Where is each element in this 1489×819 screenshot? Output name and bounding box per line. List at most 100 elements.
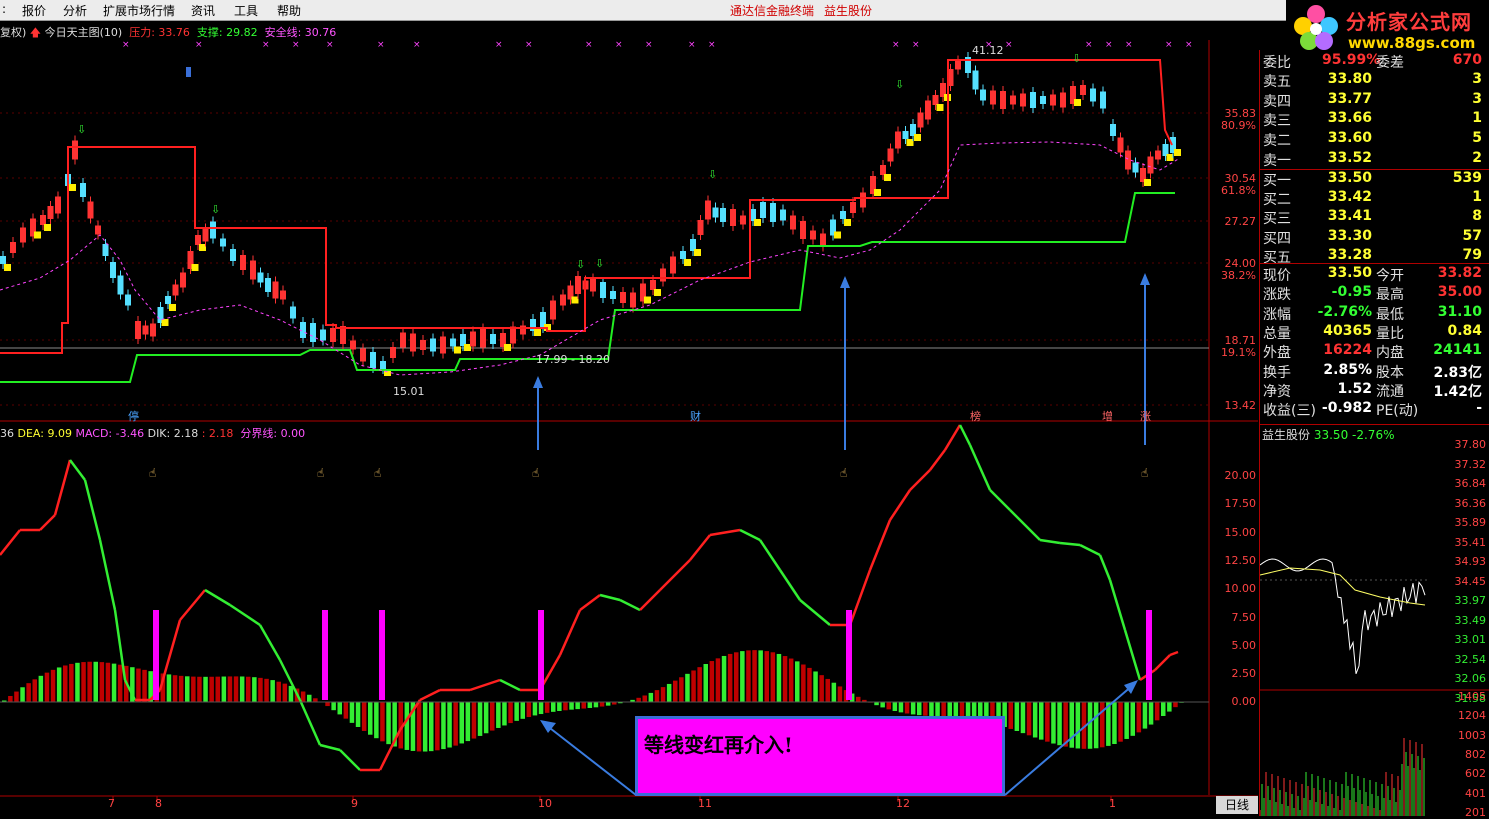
x-mark: × [413, 40, 421, 50]
macd-bar [697, 667, 702, 702]
menu-help[interactable]: 帮助 [277, 2, 301, 19]
x-mark: × [1125, 40, 1133, 50]
signal-bar [538, 610, 544, 700]
x-mark: × [912, 40, 920, 50]
mini-price-tick: 34.93 [1432, 555, 1486, 568]
signal-block [169, 304, 176, 311]
candle-body [20, 228, 26, 243]
macd-bar [301, 691, 306, 702]
macd-bar [240, 676, 245, 702]
ask-row: 卖四33.773 [1260, 91, 1489, 110]
candle-body [103, 244, 109, 256]
book-label: 买一 [1263, 170, 1291, 190]
fib-tick: 19.1% [1220, 346, 1256, 359]
book-label: 卖二 [1263, 130, 1291, 150]
signal-block [874, 189, 881, 196]
book-volume: 1 [1420, 189, 1482, 205]
menu-partial-icon: : [2, 2, 6, 16]
quote-label: 总量 [1263, 323, 1291, 343]
mini-intraday-chart[interactable]: 益生股份 33.50 -2.76% 37.8037.3236.8436.3635… [1259, 424, 1489, 816]
macd-bar [777, 654, 782, 702]
macd-bar [661, 687, 666, 702]
macd-bar [551, 702, 556, 712]
book-volume: 8 [1420, 208, 1482, 224]
candle-body [720, 208, 726, 222]
quote-label: 外盘 [1263, 342, 1291, 362]
candle-body [840, 211, 846, 219]
book-price: 33.60 [1322, 130, 1372, 146]
macd-bar [14, 692, 19, 702]
macd-bar [807, 668, 812, 702]
menu-extended-market[interactable]: 扩展市场行情 [103, 2, 175, 19]
macd-bar [819, 675, 824, 702]
hand-icon: ☝ [374, 466, 381, 480]
candle-body [110, 262, 116, 278]
macd-bar [435, 702, 440, 750]
macd-bar [112, 664, 117, 702]
macd-bar [521, 702, 526, 719]
candle-body [88, 202, 94, 219]
macd-bar [136, 669, 141, 702]
candle-body [980, 90, 986, 101]
macd-bar [246, 677, 251, 702]
dif-line-segment [930, 450, 945, 470]
book-label: 卖五 [1263, 71, 1291, 91]
candle-body [1040, 96, 1046, 104]
quote-label: 涨跌 [1263, 284, 1291, 304]
signal-block [834, 232, 841, 239]
candle-body [1118, 138, 1124, 153]
dif-line-segment [780, 570, 800, 600]
mini-price-tick: 36.36 [1432, 497, 1486, 510]
macd-bar [887, 702, 892, 709]
x-mark: × [525, 40, 533, 50]
macd-bar [569, 702, 574, 710]
candle-body [430, 339, 436, 352]
candle-body [1090, 89, 1096, 102]
quote-label: 涨幅 [1263, 304, 1291, 324]
macd-bar [1149, 702, 1154, 725]
macd-bar [582, 702, 587, 709]
candle-body [520, 326, 526, 335]
macd-bar [514, 702, 519, 721]
book-price: 33.52 [1322, 150, 1372, 166]
date-label-8: 8 [155, 797, 162, 810]
main-chart[interactable]: ×××××××××××××××××××××××☝☝☝☝☝☝⇩⇩⇩⇩⇩⇩⇩ [0, 20, 1258, 815]
signal-bar [1146, 610, 1152, 700]
ask-row: 卖五33.803 [1260, 71, 1489, 90]
macd-bar [594, 702, 599, 707]
menu-news[interactable]: 资讯 [191, 2, 215, 19]
book-label: 买三 [1263, 208, 1291, 228]
period-daily-button[interactable]: 日线 [1216, 796, 1258, 814]
macd-bar [179, 676, 184, 702]
menu-tools[interactable]: 工具 [234, 2, 258, 19]
candle-body [1020, 94, 1026, 107]
macd-bar [643, 695, 648, 702]
candle-body [310, 323, 316, 342]
quote-label: 股本 [1376, 362, 1404, 382]
blue-marker [186, 67, 191, 77]
macd-tick: 10.00 [1218, 582, 1256, 595]
x-mark: × [1005, 40, 1013, 50]
macd-bar [100, 662, 105, 702]
quote-panel: 委比 95.99% 委差 670 卖五33.803卖四33.773卖三33.66… [1259, 50, 1489, 430]
macd-bar [69, 664, 74, 702]
menu-analysis[interactable]: 分析 [63, 2, 87, 19]
macd-bar [941, 702, 946, 717]
macd-tick: 7.50 [1218, 611, 1256, 624]
signal-block [69, 184, 76, 191]
buy-arrow-icon: ⇩ [708, 168, 717, 181]
macd-bar [1155, 702, 1160, 720]
book-label: 卖三 [1263, 110, 1291, 130]
dif-line-segment [580, 595, 600, 610]
x-mark: × [585, 40, 593, 50]
macd-bar [838, 686, 843, 702]
candle-body [125, 295, 131, 306]
macd-bar [795, 661, 800, 702]
dif-line-segment [340, 750, 360, 770]
candle-body [1100, 92, 1106, 109]
menu-quotes[interactable]: 报价 [22, 2, 46, 19]
candle-body [220, 239, 226, 247]
mini-price-tick: 34.45 [1432, 575, 1486, 588]
candle-body [810, 231, 816, 240]
candle-body [560, 295, 566, 306]
